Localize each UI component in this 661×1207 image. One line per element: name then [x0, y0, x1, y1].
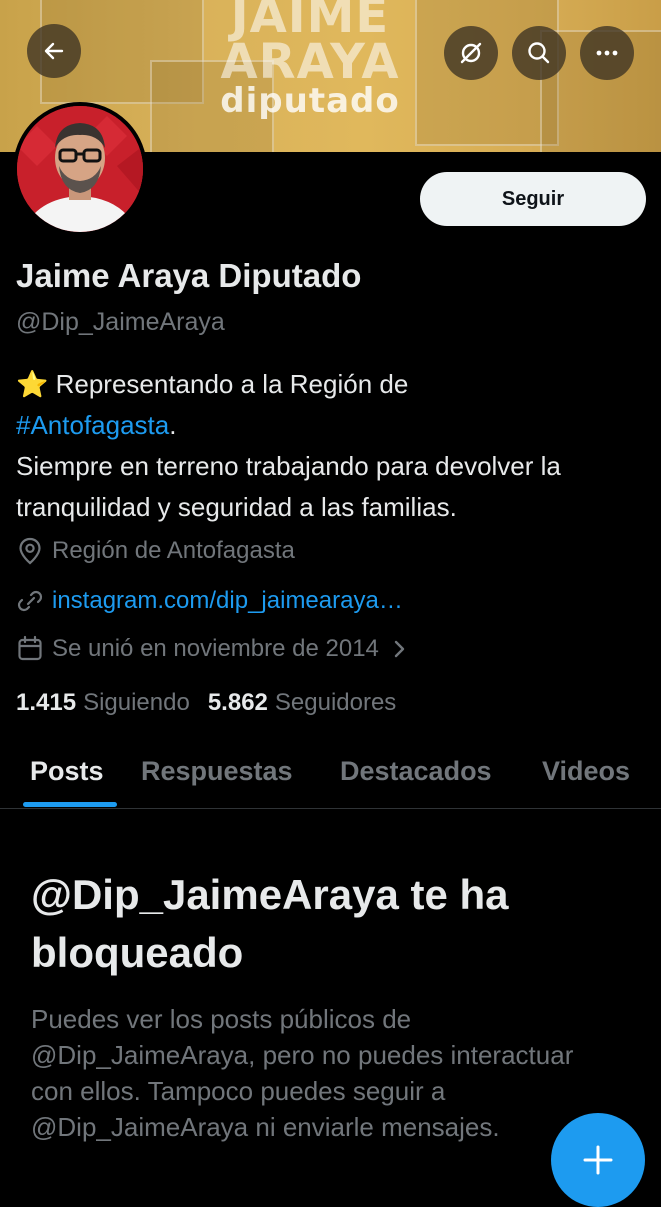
joined-text: Se unió en noviembre de 2014 — [52, 635, 379, 662]
profile-bio: ⭐ Representando a la Región de #Antofaga… — [16, 364, 646, 528]
following-label: Siguiendo — [83, 689, 190, 716]
blocked-title: @Dip_JaimeAraya te ha bloqueado — [31, 871, 509, 976]
bio-text: Siempre en terreno trabajando para devol… — [16, 451, 561, 522]
more-dots-icon — [596, 50, 618, 56]
profile-joined[interactable]: Se unió en noviembre de 2014 — [16, 634, 417, 664]
hashtag-link[interactable]: #Antofagasta — [16, 410, 169, 440]
plus-icon — [583, 1145, 613, 1175]
avatar[interactable] — [13, 102, 147, 236]
calendar-icon — [18, 635, 42, 661]
tab-posts[interactable]: Posts — [30, 756, 104, 787]
following-stat[interactable]: 1.415 Siguiendo — [16, 689, 190, 717]
profile-location: Región de Antofagasta — [16, 536, 295, 566]
location-text: Región de Antofagasta — [52, 537, 295, 564]
bio-period: . — [169, 410, 177, 440]
profile-website[interactable]: instagram.com/dip_jaimearaya… — [16, 586, 403, 616]
avatar-photo — [17, 106, 143, 232]
following-count: 1.415 — [16, 689, 77, 716]
profile-handle: @Dip_JaimeAraya — [16, 308, 225, 336]
follow-button[interactable]: Seguir — [420, 172, 646, 226]
tab-destacados[interactable]: Destacados — [340, 756, 492, 787]
followers-stat[interactable]: 5.862 Seguidores — [208, 689, 396, 717]
compose-button[interactable] — [551, 1113, 645, 1207]
search-button[interactable] — [512, 26, 566, 80]
website-link[interactable]: instagram.com/dip_jaimearaya… — [52, 587, 403, 615]
blocked-message: Puedes ver los posts públicos de @Dip_Ja… — [31, 1004, 574, 1142]
profile-tabs: Posts Respuestas Destacados Videos — [0, 748, 661, 809]
slashed-circle-icon — [460, 42, 482, 64]
back-button[interactable] — [27, 24, 81, 78]
active-tab-indicator — [23, 802, 117, 807]
tab-videos[interactable]: Videos — [542, 756, 630, 787]
star-emoji-icon: ⭐ — [16, 369, 49, 399]
grok-button[interactable] — [444, 26, 498, 80]
more-button[interactable] — [580, 26, 634, 80]
location-pin-icon — [19, 537, 41, 565]
banner-logo: JAIME ARAYA diputado — [220, 0, 400, 122]
followers-count: 5.862 — [207, 689, 268, 716]
profile-stats: 1.415 Siguiendo 5.862 Seguidores — [16, 689, 414, 717]
search-icon — [528, 42, 550, 64]
followers-label: Seguidores — [274, 689, 397, 716]
profile-name: Jaime Araya Diputado — [16, 257, 362, 294]
tab-respuestas[interactable]: Respuestas — [141, 756, 293, 787]
arrow-left-icon — [44, 42, 64, 60]
link-icon — [17, 590, 43, 612]
bio-text: Representando a la Región de — [48, 369, 409, 399]
chevron-right-icon — [394, 640, 405, 658]
